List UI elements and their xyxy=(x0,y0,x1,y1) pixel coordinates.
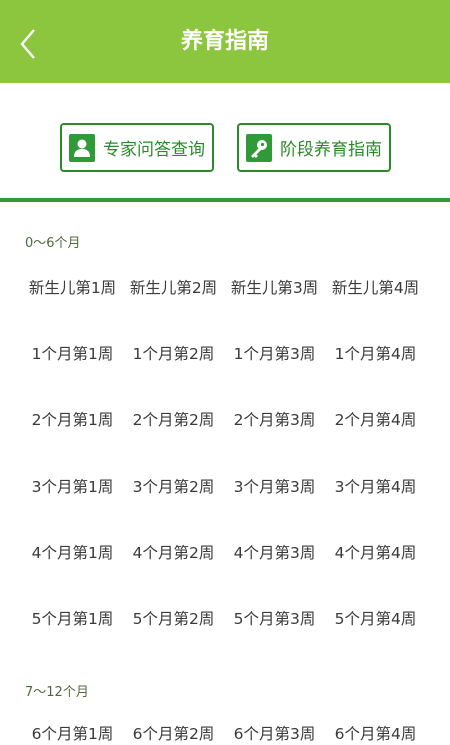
week-item[interactable]: 新生儿第4周 xyxy=(325,276,426,298)
week-item[interactable]: 新生儿第3周 xyxy=(224,276,325,298)
action-buttons: 专家问答查询 阶段养育指南 xyxy=(0,83,450,198)
week-item[interactable]: 3个月第3周 xyxy=(224,475,325,497)
expert-qa-label: 专家问答查询 xyxy=(103,140,205,160)
week-item[interactable]: 2个月第2周 xyxy=(123,408,224,430)
week-row: 4个月第1周 4个月第2周 4个月第3周 4个月第4周 xyxy=(22,541,428,563)
week-item[interactable]: 新生儿第1周 xyxy=(22,276,123,298)
week-item[interactable]: 6个月第4周 xyxy=(325,722,426,744)
week-item[interactable]: 2个月第1周 xyxy=(22,408,123,430)
week-item[interactable]: 5个月第4周 xyxy=(325,607,426,629)
week-item[interactable]: 6个月第1周 xyxy=(22,722,123,744)
week-row: 3个月第1周 3个月第2周 3个月第3周 3个月第4周 xyxy=(22,475,428,497)
week-item[interactable]: 1个月第3周 xyxy=(224,342,325,364)
week-item[interactable]: 1个月第1周 xyxy=(22,342,123,364)
stage-guide-button[interactable]: 阶段养育指南 xyxy=(237,123,391,172)
week-item[interactable]: 3个月第1周 xyxy=(22,475,123,497)
week-item[interactable]: 5个月第3周 xyxy=(224,607,325,629)
week-item[interactable]: 1个月第2周 xyxy=(123,342,224,364)
expert-qa-button[interactable]: 专家问答查询 xyxy=(60,123,214,172)
key-icon xyxy=(246,133,272,162)
user-icon xyxy=(69,133,95,162)
week-item[interactable]: 6个月第3周 xyxy=(224,722,325,744)
week-item[interactable]: 3个月第2周 xyxy=(123,475,224,497)
section-label-7-12-months: 7～12个月 xyxy=(25,685,89,700)
week-row: 6个月第1周 6个月第2周 6个月第3周 6个月第4周 xyxy=(22,722,428,744)
week-item[interactable]: 5个月第2周 xyxy=(123,607,224,629)
week-row: 新生儿第1周 新生儿第2周 新生儿第3周 新生儿第4周 xyxy=(22,276,428,298)
week-item[interactable]: 2个月第3周 xyxy=(224,408,325,430)
week-row: 5个月第1周 5个月第2周 5个月第3周 5个月第4周 xyxy=(22,607,428,629)
week-item[interactable]: 5个月第1周 xyxy=(22,607,123,629)
week-item[interactable]: 3个月第4周 xyxy=(325,475,426,497)
week-item[interactable]: 4个月第2周 xyxy=(123,541,224,563)
week-item[interactable]: 2个月第4周 xyxy=(325,408,426,430)
week-item[interactable]: 6个月第2周 xyxy=(123,722,224,744)
week-row: 1个月第1周 1个月第2周 1个月第3周 1个月第4周 xyxy=(22,342,428,364)
top-app-bar: 养育指南 xyxy=(0,0,450,83)
week-item[interactable]: 4个月第3周 xyxy=(224,541,325,563)
week-item[interactable]: 1个月第4周 xyxy=(325,342,426,364)
week-item[interactable]: 4个月第4周 xyxy=(325,541,426,563)
section-label-0-6-months: 0～6个月 xyxy=(25,236,81,251)
week-row: 2个月第1周 2个月第2周 2个月第3周 2个月第4周 xyxy=(22,408,428,430)
page-title: 养育指南 xyxy=(180,29,269,54)
section-divider xyxy=(0,198,450,202)
week-item[interactable]: 4个月第1周 xyxy=(22,541,123,563)
week-item[interactable]: 新生儿第2周 xyxy=(123,276,224,298)
stage-guide-label: 阶段养育指南 xyxy=(280,140,382,160)
